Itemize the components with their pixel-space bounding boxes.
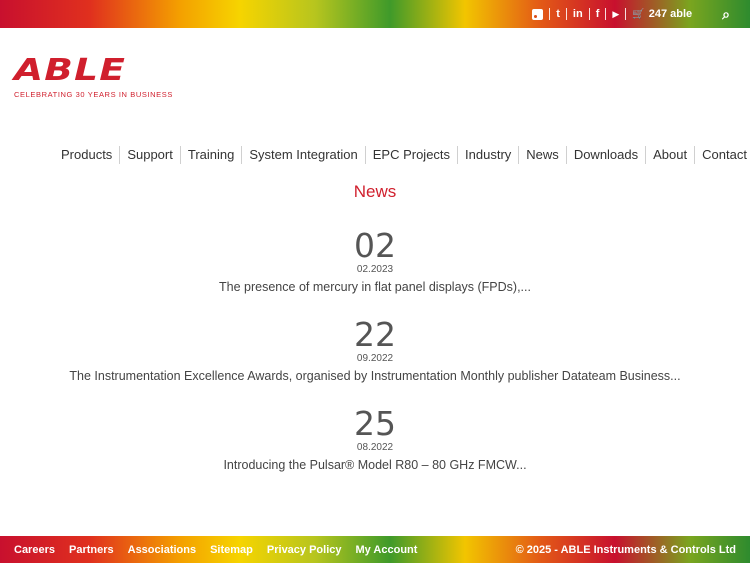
news-item[interactable]: 02 02.2023 The presence of mercury in fl…: [0, 228, 750, 317]
news-date: 02.2023: [356, 264, 394, 275]
copyright-text: © 2025 - ABLE Instruments & Controls Ltd: [515, 543, 736, 556]
footer-link-sitemap[interactable]: Sitemap: [210, 544, 253, 556]
social-links: t in f ▶ 🛒 247 able ⌕: [526, 0, 736, 28]
cart-label: 247 able: [648, 8, 693, 20]
logo-wordmark: ABLE: [14, 53, 127, 88]
facebook-icon[interactable]: f: [590, 7, 606, 21]
news-date: 08.2022: [356, 442, 394, 453]
news-item[interactable]: 22 09.2022 The Instrumentation Excellenc…: [0, 317, 750, 406]
footer-link-associations[interactable]: Associations: [128, 544, 196, 556]
rss-icon: [532, 8, 544, 20]
linkedin-icon[interactable]: in: [567, 7, 589, 21]
site-logo[interactable]: ABLE CELEBRATING 30 YEARS IN BUSINESS: [14, 56, 174, 100]
logo-tagline: CELEBRATING 30 YEARS IN BUSINESS: [14, 90, 173, 99]
twitter-icon[interactable]: t: [550, 7, 566, 21]
nav-support[interactable]: Support: [120, 146, 180, 164]
nav-training[interactable]: Training: [181, 146, 241, 164]
news-day: 22: [354, 315, 396, 354]
page-title: News: [353, 182, 397, 201]
nav-downloads[interactable]: Downloads: [567, 146, 645, 164]
footer-link-careers[interactable]: Careers: [14, 544, 55, 556]
news-excerpt[interactable]: Introducing the Pulsar® Model R80 – 80 G…: [0, 456, 750, 474]
news-list: 02 02.2023 The presence of mercury in fl…: [0, 228, 750, 495]
footer: Careers Partners Associations Sitemap Pr…: [0, 536, 750, 563]
nav-contact[interactable]: Contact: [695, 146, 750, 164]
nav-about[interactable]: About: [646, 146, 694, 164]
footer-link-privacy-policy[interactable]: Privacy Policy: [267, 544, 342, 556]
search-icon[interactable]: ⌕: [716, 6, 736, 22]
youtube-icon[interactable]: ▶: [606, 7, 625, 21]
nav-industry[interactable]: Industry: [458, 146, 518, 164]
news-excerpt[interactable]: The Instrumentation Excellence Awards, o…: [0, 367, 750, 385]
top-bar: t in f ▶ 🛒 247 able ⌕: [0, 0, 750, 28]
main-nav: Products Support Training System Integra…: [54, 146, 750, 164]
nav-news[interactable]: News: [519, 146, 566, 164]
nav-epc-projects[interactable]: EPC Projects: [366, 146, 457, 164]
cart-icon: 🛒: [632, 8, 645, 20]
news-item[interactable]: 25 08.2022 Introducing the Pulsar® Model…: [0, 406, 750, 495]
footer-link-my-account[interactable]: My Account: [356, 544, 418, 556]
nav-system-integration[interactable]: System Integration: [242, 146, 364, 164]
news-excerpt[interactable]: The presence of mercury in flat panel di…: [0, 278, 750, 296]
footer-links: Careers Partners Associations Sitemap Pr…: [0, 544, 431, 556]
footer-link-partners[interactable]: Partners: [69, 544, 114, 556]
nav-products[interactable]: Products: [54, 146, 119, 164]
news-date: 09.2022: [356, 353, 394, 364]
cart-link[interactable]: 🛒 247 able: [626, 7, 698, 21]
rss-link[interactable]: [526, 7, 549, 21]
news-day: 02: [354, 226, 396, 265]
news-day: 25: [354, 404, 396, 443]
